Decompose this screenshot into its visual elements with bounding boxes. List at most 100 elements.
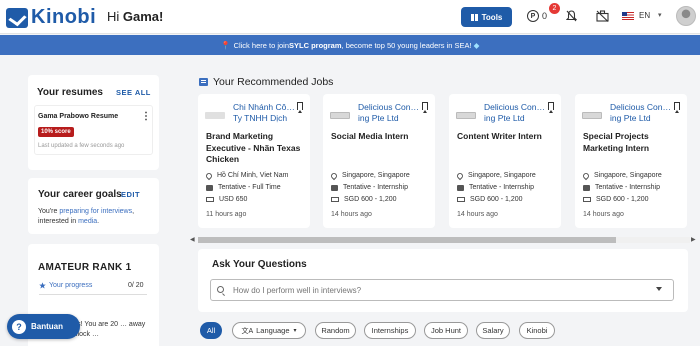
money-icon (206, 197, 214, 202)
progress-bar (39, 294, 147, 295)
briefcase-icon (331, 184, 338, 191)
chevron-down-icon[interactable]: ▾ (658, 11, 662, 19)
location-icon (581, 171, 591, 180)
notifications-off-icon[interactable] (566, 10, 577, 22)
scrollbar-thumb[interactable] (198, 237, 616, 243)
chip-salary[interactable]: Salary (476, 322, 510, 339)
money-icon (457, 197, 465, 202)
language-selector[interactable]: EN (639, 11, 650, 20)
job-title[interactable]: Special Projects Marketing Intern (583, 131, 683, 154)
job-type: Tentative - Full Time (206, 184, 281, 191)
progress-label: Your progress (49, 282, 93, 289)
user-name: Gama! (122, 9, 164, 24)
resume-item[interactable]: Gama Prabowo Resume ⋮ 10% score Last upd… (34, 105, 153, 155)
translate-icon: 文A (241, 327, 254, 335)
chevron-down-icon: ▾ (293, 328, 297, 334)
job-card[interactable]: Delicious Con… ing Pte Ltd Social Media … (323, 94, 435, 228)
job-posted: 11 hours ago (206, 211, 247, 218)
location-icon (204, 171, 214, 180)
career-goals-card: Your career goals EDIT You're preparing … (28, 178, 159, 234)
job-salary: SGD 600 - 1,200 (331, 196, 397, 203)
jobs-off-icon[interactable] (596, 10, 609, 22)
location-icon (329, 171, 339, 180)
goal-link-media[interactable]: media (78, 218, 97, 225)
company-logo (456, 112, 476, 119)
company-logo (205, 112, 225, 119)
kinobi-logo[interactable]: Kinobi (6, 6, 96, 29)
resumes-title: Your resumes (37, 87, 103, 98)
ask-questions-card: Ask Your Questions (198, 249, 688, 312)
question-search-input[interactable] (210, 279, 674, 301)
scroll-right-icon[interactable]: ▶ (691, 236, 696, 243)
star-icon (39, 282, 46, 289)
tools-button[interactable]: Tools (461, 7, 512, 27)
bookmark-icon[interactable] (422, 102, 428, 113)
ask-questions-title: Ask Your Questions (212, 259, 307, 270)
points-indicator[interactable]: P 0 (527, 10, 547, 22)
job-company[interactable]: Delicious Con… ing Pte Ltd (484, 102, 546, 124)
help-button[interactable]: ? Bantuan (7, 314, 80, 339)
job-card[interactable]: Chi Nhánh Cô… Ty TNHH Dịch … Brand Marke… (198, 94, 310, 228)
avatar[interactable] (676, 6, 696, 26)
us-flag-icon[interactable] (622, 12, 634, 20)
job-location: Singapore, Singapore (329, 171, 410, 180)
job-company[interactable]: Delicious Con… ing Pte Ltd (358, 102, 420, 124)
money-icon (583, 197, 591, 202)
location-icon (455, 171, 465, 180)
score-badge: 10% score (38, 127, 74, 137)
progress-count: 0/ 20 (128, 282, 144, 289)
help-icon: ? (12, 319, 26, 334)
money-icon (331, 197, 339, 202)
company-logo (330, 112, 350, 119)
chevron-down-icon[interactable] (656, 287, 662, 291)
chip-random[interactable]: Random (315, 322, 356, 339)
last-updated: Last updated a few seconds ago (38, 143, 125, 149)
goal-link-interviews[interactable]: preparing for interviews (59, 208, 132, 215)
points-icon: P (527, 10, 539, 22)
job-location: Singapore, Singapore (581, 171, 662, 180)
chip-job-hunt[interactable]: Job Hunt (424, 322, 468, 339)
job-type: Tentative - Internship (457, 184, 534, 191)
bookmark-icon[interactable] (297, 102, 303, 113)
resume-name: Gama Prabowo Resume (38, 113, 119, 120)
job-card[interactable]: Delicious Con… ing Pte Ltd Special Proje… (575, 94, 687, 228)
briefcase-icon (457, 184, 464, 191)
greeting: Hi Gama! (107, 9, 164, 24)
see-all-link[interactable]: SEE ALL (116, 88, 151, 97)
career-goals-text: You're preparing for interviews, interes… (38, 208, 135, 225)
job-card[interactable]: Delicious Con… ing Pte Ltd Content Write… (449, 94, 561, 228)
job-company[interactable]: Delicious Con… ing Pte Ltd (610, 102, 672, 124)
chip-all[interactable]: All (200, 322, 222, 339)
search-icon (217, 286, 224, 293)
logo-text: Kinobi (31, 6, 97, 28)
job-location: Hồ Chí Minh, Viet Nam (204, 171, 288, 180)
job-posted: 14 hours ago (331, 211, 372, 218)
notification-badge: 2 (549, 3, 560, 14)
briefcase-icon (583, 184, 590, 191)
company-logo (582, 112, 602, 119)
chip-internships[interactable]: Internships (364, 322, 416, 339)
bookmark-icon[interactable] (674, 102, 680, 113)
job-salary: USD 650 (206, 196, 247, 203)
promo-banner[interactable]: 📍 Click here to join SYLC program, becom… (0, 35, 700, 55)
job-title[interactable]: Brand Marketing Executive - Nhãn Texas C… (206, 131, 306, 166)
diamond-icon: ◆ (473, 40, 480, 50)
bookmark-icon[interactable] (548, 102, 554, 113)
top-navigation-bar: Kinobi Hi Gama! Tools P 0 2 EN ▾ (0, 0, 700, 34)
grid-icon (470, 13, 478, 21)
more-options-icon[interactable]: ⋮ (141, 111, 151, 122)
jobs-section-icon (199, 78, 208, 86)
jobs-scrollbar[interactable] (198, 237, 690, 243)
points-value: 0 (542, 11, 548, 21)
career-goals-title: Your career goals (38, 189, 122, 200)
job-title[interactable]: Content Writer Intern (457, 131, 557, 143)
edit-goals-link[interactable]: EDIT (121, 190, 140, 199)
job-company[interactable]: Chi Nhánh Cô… Ty TNHH Dịch … (233, 102, 295, 124)
chip-language[interactable]: 文A Language ▾ (232, 322, 306, 339)
scroll-left-icon[interactable]: ◀ (190, 236, 195, 243)
job-title[interactable]: Social Media Intern (331, 131, 431, 143)
job-salary: SGD 600 - 1,200 (583, 196, 649, 203)
chip-kinobi[interactable]: Kinobi (519, 322, 555, 339)
recommended-jobs-title: Your Recommended Jobs (213, 76, 334, 88)
job-posted: 14 hours ago (583, 211, 624, 218)
